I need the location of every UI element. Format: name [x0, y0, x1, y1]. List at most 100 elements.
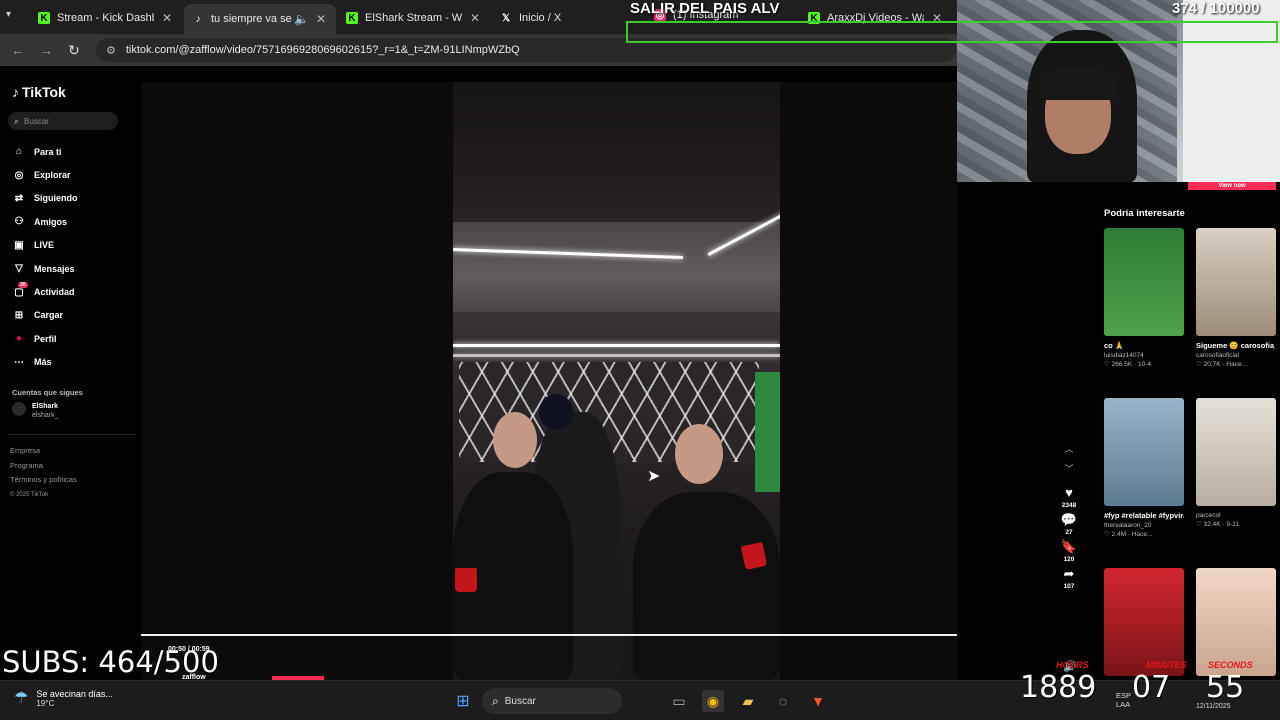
sidebar-footer: Empresa Programa Términos y políticas © … — [10, 444, 77, 502]
messages-icon: ▽ — [15, 263, 23, 275]
sidebar-item-mas[interactable]: ⋯ Más — [12, 351, 78, 374]
tab-tiktok[interactable]: ♪ tu siempre va ser m 🔈 ✕ — [184, 4, 336, 34]
close-icon[interactable]: ✕ — [468, 11, 482, 25]
sidebar-item-label: Amigos — [34, 216, 68, 227]
card-author: parcecol — [1196, 512, 1221, 519]
sidebar-item-live[interactable]: ▣ LIVE — [12, 234, 78, 257]
recommendation-card[interactable]: parcecol ♡ 32.4K · 9-21 — [1196, 398, 1276, 529]
minutes-value: 07 — [1132, 670, 1171, 705]
compass-icon: ◎ — [14, 169, 24, 181]
sidebar-item-cargar[interactable]: ⊞ Cargar — [12, 304, 78, 327]
sidebar-item-siguiendo[interactable]: ⇄ Siguiendo — [12, 187, 78, 210]
green-panel — [755, 372, 780, 492]
video-player[interactable] — [453, 82, 780, 680]
card-stats: ♡ 20.7K · Hace... — [1196, 361, 1247, 368]
streamer-cap — [1041, 68, 1117, 100]
recommendation-card[interactable]: Sígueme 😊 carosofia__ carosofiaoficial ♡… — [1196, 228, 1276, 369]
upload-icon: ⊞ — [14, 309, 24, 321]
task-view-icon[interactable]: ▭ — [668, 690, 690, 712]
share-icon: ➦ — [1063, 566, 1075, 581]
tab-search-icon[interactable]: ▾ — [6, 9, 11, 20]
recommendation-card[interactable]: co 🙏 luisdiaz14074 ♡ 266.5K · 10-4 — [1104, 228, 1184, 369]
sidebar-item-perfil[interactable]: ● Perfil — [12, 327, 78, 350]
chrome-icon[interactable]: ◉ — [702, 690, 724, 712]
more-icon: ⋯ — [14, 356, 24, 368]
person-right — [633, 492, 780, 680]
like-count: 2348 — [1061, 502, 1077, 509]
comment-button[interactable]: 💬 27 — [1051, 513, 1087, 537]
sidebar-item-label: Cargar — [34, 310, 64, 321]
sidebar-item-para-ti[interactable]: ⌂ Para ti — [12, 140, 78, 163]
tab-kick-dashboard[interactable]: K Stream - Kick Dashboa ✕ — [30, 6, 182, 30]
sidebar-item-explorar[interactable]: ◎ Explorar — [12, 163, 78, 186]
video-ceiling — [453, 222, 780, 312]
weather-text: Se avecinan días... — [36, 688, 113, 699]
search-icon: ⌕ — [492, 693, 499, 708]
account-name: ElShark — [32, 403, 59, 410]
tab-title: ElShark Stream - Watc — [365, 12, 462, 24]
tab-title: tu siempre va ser m — [211, 13, 292, 25]
bookmark-button[interactable]: 🔖 120 — [1051, 540, 1087, 564]
search-icon: ⌕ — [14, 115, 20, 126]
sidebar-item-mensajes[interactable]: ▽ Mensajes — [12, 257, 78, 280]
url-text: tiktok.com/@zafflow/video/75716969280696… — [125, 44, 520, 56]
view-now-button[interactable]: View now — [1188, 182, 1276, 190]
countdown-timer: HOURS MINUTES SECONDS 1889 07 55 — [1016, 656, 1280, 706]
friends-icon: ⚇ — [14, 216, 24, 228]
speaker-icon[interactable]: 🔈 — [294, 12, 309, 26]
comment-count: 27 — [1065, 529, 1073, 536]
red-cup — [740, 541, 768, 571]
app-icon[interactable]: ◌ — [772, 690, 794, 712]
video-progress-bar[interactable] — [141, 634, 957, 636]
tiktok-logo[interactable]: ♪ TikTok — [12, 84, 66, 100]
forward-arrow-icon[interactable]: → — [36, 40, 56, 60]
reload-icon[interactable]: ↻ — [64, 40, 84, 60]
avatar — [12, 402, 26, 416]
tab-elshark-stream[interactable]: K ElShark Stream - Watc ✕ — [338, 6, 490, 30]
kick-icon: K — [38, 12, 50, 24]
face-right — [675, 424, 723, 484]
temperature: 19°C — [36, 698, 55, 708]
footer-link-empresa[interactable]: Empresa — [10, 444, 77, 459]
search-input[interactable]: ⌕ Buscar — [8, 112, 118, 130]
weather-widget[interactable]: ☂ Se avecinan días... 19°C — [14, 688, 113, 708]
footer-link-programa[interactable]: Programa — [10, 459, 77, 474]
beanie — [539, 394, 573, 430]
divider — [8, 434, 136, 435]
recommendation-card[interactable]: #fyp #relatable #fypviral #viral thereal… — [1104, 398, 1184, 539]
video-thumbnail — [1104, 398, 1184, 506]
taskbar-search-label: Buscar — [504, 695, 536, 707]
home-icon: ⌂ — [15, 146, 23, 158]
close-icon[interactable]: ✕ — [314, 12, 328, 26]
share-count: 107 — [1063, 583, 1075, 590]
folder-icon[interactable]: ▰ — [737, 690, 759, 712]
close-icon[interactable]: ✕ — [160, 11, 174, 25]
logo-text: TikTok — [22, 84, 66, 100]
face-left — [493, 412, 537, 468]
overlay-title: SALIR DEL PAIS ALV — [630, 0, 780, 17]
recommendations-heading: Podría interesarte — [1104, 208, 1185, 219]
share-button[interactable]: ➦ 107 — [1051, 566, 1087, 591]
windows-start-icon[interactable]: ⊞ — [452, 690, 474, 712]
footer-link-terminos[interactable]: Términos y políticas — [10, 473, 77, 488]
notification-badge: 30 — [18, 282, 28, 289]
like-button[interactable]: ♥ 2348 — [1051, 486, 1087, 510]
tab-x[interactable]: 𝕏 Inicio / X — [492, 6, 636, 30]
sidebar-item-label: Actividad — [34, 287, 75, 298]
profile-icon: ● — [15, 333, 23, 345]
hours-value: 1889 — [1020, 670, 1097, 705]
sidebar-item-amigos[interactable]: ⚇ Amigos — [12, 210, 78, 233]
site-info-icon[interactable]: ⚙ — [106, 44, 116, 57]
sidebar-item-label: Mensajes — [34, 263, 75, 274]
minutes-label: MINUTES — [1146, 660, 1187, 670]
chevron-up-icon[interactable]: ︿ — [1051, 442, 1087, 462]
x-icon: 𝕏 — [501, 12, 511, 24]
copyright: © 2025 TikTok — [10, 491, 49, 498]
back-arrow-icon[interactable]: ← — [8, 40, 28, 60]
taskbar-search[interactable]: ⌕ Buscar — [482, 688, 622, 714]
sidebar-item-label: Para ti — [34, 146, 62, 157]
sidebar-item-actividad[interactable]: ▢ 30 Actividad — [12, 280, 78, 303]
chevron-down-icon[interactable]: ﹀ — [1051, 462, 1087, 482]
following-account[interactable]: ElShark elshark_ — [12, 402, 58, 420]
brave-icon[interactable]: ▼ — [807, 690, 829, 712]
